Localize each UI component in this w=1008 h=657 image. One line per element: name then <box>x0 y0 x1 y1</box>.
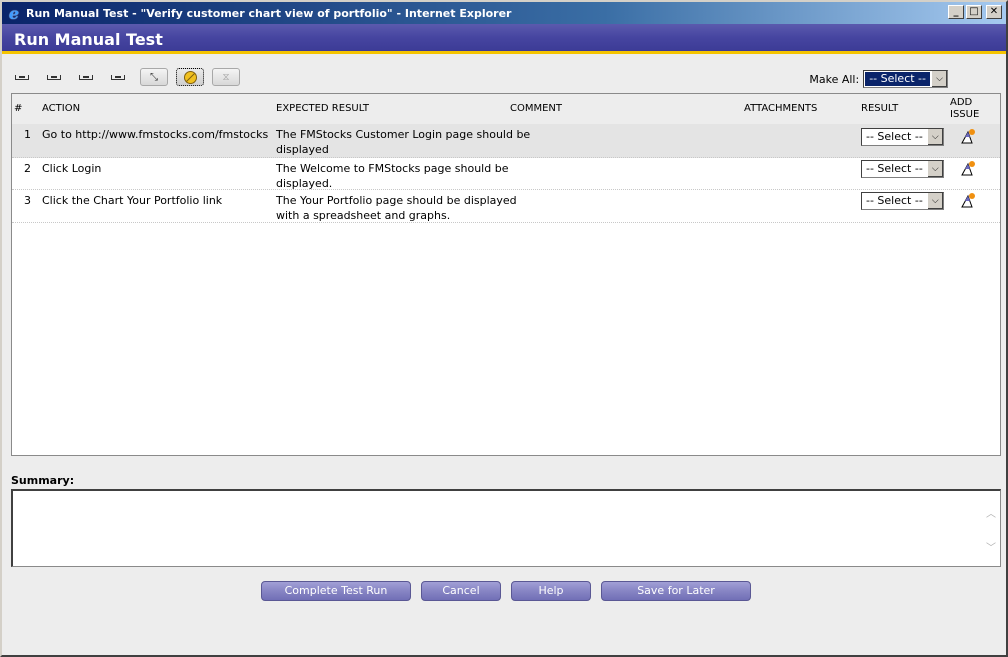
summary-label: Summary: <box>11 474 75 487</box>
make-all-control: Make All: -- Select -- ⌵ <box>809 70 948 88</box>
step-result-select[interactable]: -- Select -- ⌵ <box>861 160 944 178</box>
pass-fail-toggle-button[interactable] <box>176 68 204 86</box>
title-bar: e Run Manual Test - "Verify customer cha… <box>2 2 1006 24</box>
add-issue-icon[interactable] <box>960 160 976 176</box>
step-expected-result-line2: with a spreadsheet and graphs. <box>276 209 451 222</box>
browser-window: e Run Manual Test - "Verify customer cha… <box>0 0 1008 657</box>
step-result-value: -- Select -- <box>866 162 923 175</box>
make-all-select[interactable]: -- Select -- ⌵ <box>863 70 948 88</box>
help-button[interactable]: Help <box>511 581 591 601</box>
column-header-add-issue-line2: ISSUE <box>950 109 980 120</box>
step-result-select[interactable]: -- Select -- ⌵ <box>861 128 944 146</box>
step-number: 3 <box>24 194 31 207</box>
page-header: Run Manual Test <box>2 24 1006 54</box>
timer-icon[interactable]: ⧖ <box>212 68 240 86</box>
cancel-button[interactable]: Cancel <box>421 581 501 601</box>
table-row: 3 Click the Chart Your Portfolio link Th… <box>12 190 1000 223</box>
window-title: Run Manual Test - "Verify customer chart… <box>26 6 512 20</box>
action-buttons: Complete Test Run Cancel Help Save for L… <box>2 581 1006 601</box>
save-for-later-button[interactable]: Save for Later <box>601 581 751 601</box>
step-result-select[interactable]: -- Select -- ⌵ <box>861 192 944 210</box>
step-number: 2 <box>24 162 31 175</box>
step-expected-result-line2: displayed. <box>276 177 333 190</box>
column-header-attachments: ATTACHMENTS <box>744 103 818 114</box>
step-result-value: -- Select -- <box>866 130 923 143</box>
column-header-action: ACTION <box>42 103 81 114</box>
move-step-up-icon[interactable] <box>76 69 96 85</box>
step-expected-result-line1: The Your Portfolio page should be displa… <box>276 194 517 207</box>
complete-test-run-button[interactable]: Complete Test Run <box>261 581 411 601</box>
table-row: 1 Go to http://www.fmstocks.com/fmstocks… <box>12 124 1000 158</box>
step-expected-result-line1: The Welcome to FMStocks page should be <box>276 162 509 175</box>
chevron-down-icon: ⌵ <box>926 193 943 209</box>
column-header-expected-result: EXPECTED RESULT <box>276 103 370 114</box>
scroll-down-icon[interactable]: ﹀ <box>986 539 996 554</box>
chevron-down-icon: ⌵ <box>931 71 947 87</box>
column-header-result: RESULT <box>861 103 899 114</box>
step-expected-result-line2: displayed <box>276 143 329 156</box>
step-number: 1 <box>24 128 31 141</box>
pass-fail-icon <box>183 70 197 84</box>
make-all-label: Make All: <box>809 72 860 86</box>
step-action: Click Login <box>42 162 102 175</box>
page-title: Run Manual Test <box>14 30 163 49</box>
scroll-up-icon[interactable]: ︿ <box>986 505 996 520</box>
test-steps-grid: # ACTION EXPECTED RESULT COMMENT ATTACHM… <box>11 93 1001 456</box>
step-result-value: -- Select -- <box>866 194 923 207</box>
grid-header: # ACTION EXPECTED RESULT COMMENT ATTACHM… <box>12 94 1000 124</box>
close-button[interactable]: ✕ <box>986 5 1002 19</box>
chevron-down-icon: ⌵ <box>926 129 943 145</box>
step-action: Click the Chart Your Portfolio link <box>42 194 223 207</box>
add-issue-icon[interactable] <box>960 128 976 144</box>
column-header-add-issue-line1: ADD <box>950 97 973 108</box>
table-row: 2 Click Login The Welcome to FMStocks pa… <box>12 158 1000 190</box>
add-issue-icon[interactable] <box>960 192 976 208</box>
step-expected-result-line1: The FMStocks Customer Login page should … <box>276 128 531 141</box>
column-header-comment: COMMENT <box>510 103 563 114</box>
maximize-button[interactable]: □ <box>966 5 982 19</box>
insert-step-icon[interactable] <box>12 69 32 85</box>
column-header-number: # <box>14 103 23 114</box>
insert-step-after-icon[interactable] <box>44 69 64 85</box>
chevron-down-icon: ⌵ <box>926 161 943 177</box>
step-action: Go to http://www.fmstocks.com/fmstocks <box>42 128 269 141</box>
summary-textarea[interactable]: ︿ ﹀ <box>11 489 1001 567</box>
minimize-button[interactable]: _ <box>948 5 964 19</box>
make-all-value: -- Select -- <box>865 72 930 86</box>
internet-explorer-icon: e <box>8 3 20 23</box>
move-step-down-icon[interactable] <box>108 69 128 85</box>
collapse-icon[interactable]: ⤡ <box>140 68 168 86</box>
toolbar: ⤡ ⧖ <box>12 66 248 88</box>
